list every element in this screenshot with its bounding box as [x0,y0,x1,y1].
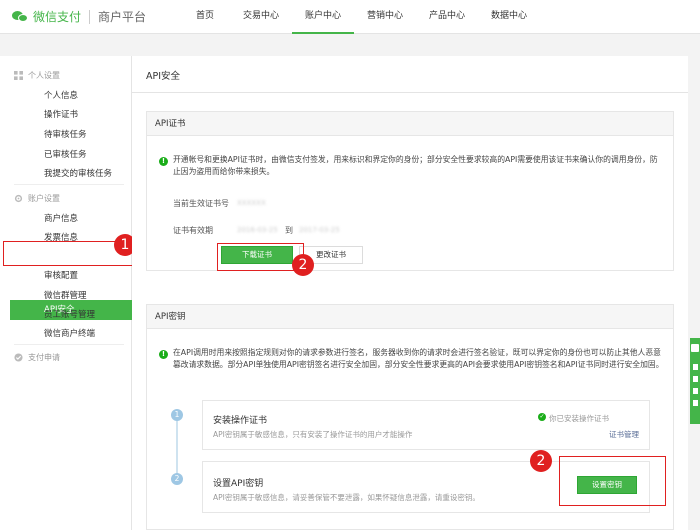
annotation-badge-2: 2 [292,254,314,276]
sidebar-item-staff-accounts[interactable]: 员工账号管理 [44,308,95,320]
nav-product[interactable]: 产品中心 [416,0,478,34]
step-description: API密钥属于敏感信息，请妥善保管不要泄露，如果怀疑信息泄露，请重设密钥。 [213,493,480,502]
step-card-install-cert: 安装操作证书 API密钥属于敏感信息，只有安装了操作证书的用户才能操作 ✓ 你已… [202,400,650,450]
sidebar-item-wechat-group[interactable]: 微信群管理 [44,289,87,301]
panel-title: API证书 [147,112,673,136]
cert-management-link[interactable]: 证书管理 [609,429,639,440]
step-number: 2 [171,473,183,485]
cert-serial-value: XXXXXX [237,199,266,207]
sidebar-group-personal: 个人设置 [14,70,60,81]
cert-installed-status: 你已安装操作证书 [549,414,609,423]
step-title: 安装操作证书 [213,416,268,426]
feedback-tab[interactable] [690,338,700,424]
page-title: API安全 [146,71,181,82]
nav-home[interactable]: 首页 [180,0,230,34]
sidebar-item-review-config[interactable]: 审核配置 [44,269,78,281]
sidebar-item-my-submitted[interactable]: 我提交的审核任务 [44,167,112,179]
sidebar-group-payment[interactable]: 支付申请 [14,352,60,363]
sidebar-item-op-cert[interactable]: 操作证书 [44,108,78,120]
sidebar-group-label: 账户设置 [28,194,60,203]
check-circle-icon [14,353,23,362]
brand-logo[interactable]: 微信支付 商户平台 [12,8,146,25]
brand-divider [89,9,91,24]
cert-validity-label: 证书有效期 [173,226,213,235]
plus-icon [691,344,699,352]
sidebar-divider [14,344,124,345]
main-nav: 首页 交易中心 账户中心 营销中心 产品中心 数据中心 [180,0,540,34]
title-divider [132,92,688,93]
wechat-pay-logo-icon [12,9,30,24]
cert-info-text: 开通帐号和更换API证书时，由微信支付签发，用来标识和界定你的身份；部分安全性要… [173,155,658,176]
cert-validity-from: 2016-03-25 [237,226,278,234]
gear-icon [14,194,23,203]
sidebar-group-label: 个人设置 [28,71,60,80]
annotation-badge-2: 2 [530,450,552,472]
tab-text-mark [693,376,698,382]
info-icon: ! [159,157,168,166]
sidebar-group-account: 账户设置 [14,193,60,204]
tab-text-mark [693,388,698,394]
step-connector [176,415,178,481]
step-description: API密钥属于敏感信息，只有安装了操作证书的用户才能操作 [213,430,413,439]
check-circle-icon: ✓ [538,413,546,421]
sidebar-item-terminal[interactable]: 微信商户终端 [44,327,95,339]
nav-marketing[interactable]: 营销中心 [354,0,416,34]
sidebar-group-label: 支付申请 [28,353,60,362]
cert-serial-label: 当前生效证书号 [173,199,229,208]
sidebar-item-personal-info[interactable]: 个人信息 [44,89,78,101]
sidebar-divider [14,184,124,185]
brand-name: 微信支付 [33,10,82,24]
nav-trade[interactable]: 交易中心 [230,0,292,34]
step-number: 1 [171,409,183,421]
sidebar-item-merchant-info[interactable]: 商户信息 [44,212,78,224]
info-icon: ! [159,350,168,359]
annotation-box-download [217,243,304,271]
top-bar: 微信支付 商户平台 首页 交易中心 账户中心 营销中心 产品中心 数据中心 [0,0,700,34]
sidebar: 个人设置 个人信息 操作证书 待审核任务 已审核任务 我提交的审核任务 账户设置… [0,56,132,530]
key-info-text: 在API调用时用来按照指定规则对你的请求参数进行签名，服务器收到你的请求时会进行… [173,348,664,369]
grid-icon [14,71,23,80]
cert-validity-to: 2017-03-25 [299,226,340,234]
nav-data[interactable]: 数据中心 [478,0,540,34]
cert-validity-to-word: 到 [285,226,293,235]
tab-text-mark [693,364,698,370]
panel-title: API密钥 [147,305,673,329]
step-title: 设置API密钥 [213,479,264,489]
sidebar-item-reviewed-tasks[interactable]: 已审核任务 [44,148,87,160]
tab-text-mark [693,400,698,406]
brand-subtitle: 商户平台 [98,10,147,24]
annotation-box-set-key [559,456,666,506]
nav-account[interactable]: 账户中心 [292,0,354,34]
sidebar-item-pending-tasks[interactable]: 待审核任务 [44,128,87,140]
